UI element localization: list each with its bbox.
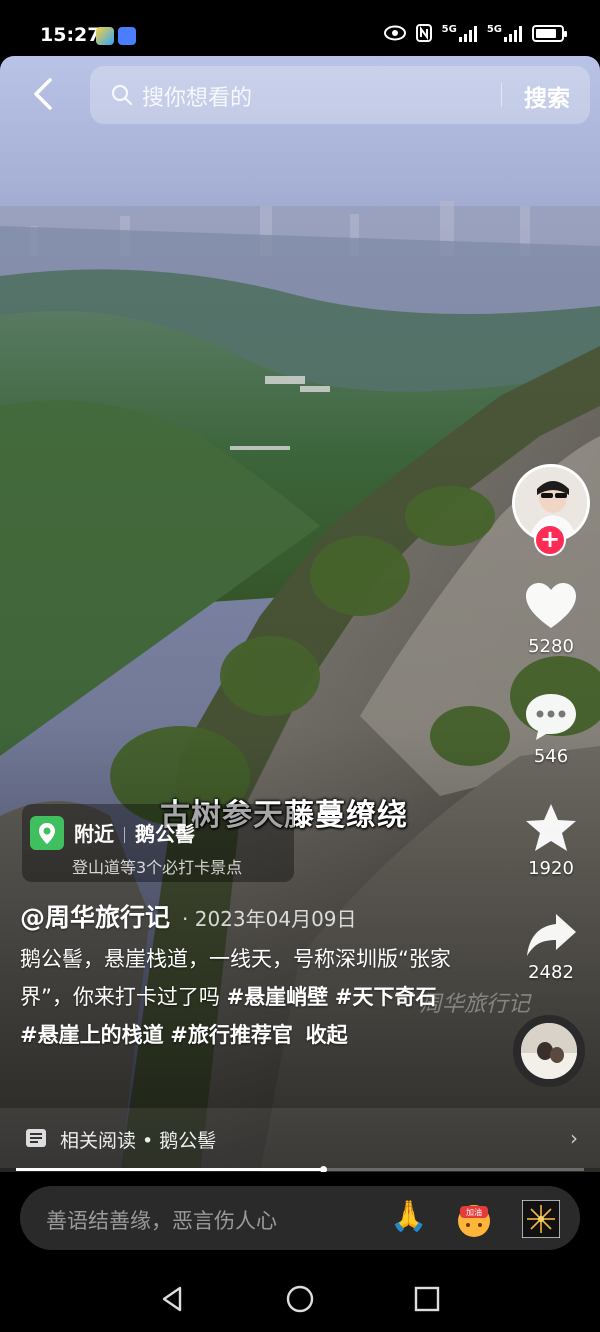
author-line: @周华旅行记 · 2023年04月09日	[20, 898, 357, 934]
nfc-icon	[415, 24, 432, 42]
heart-icon	[526, 583, 576, 628]
like-button[interactable]: 5280	[514, 582, 588, 657]
back-icon	[34, 78, 52, 110]
cheer-sticker-icon[interactable]: 加油	[454, 1200, 492, 1238]
fireworks-icon[interactable]	[521, 1199, 561, 1239]
share-button[interactable]: 2482	[514, 912, 588, 983]
hashtag[interactable]: #天下奇石	[335, 985, 437, 1009]
music-disc[interactable]	[513, 1015, 585, 1087]
like-count: 5280	[528, 636, 574, 657]
comment-bar: 善语结善缘，恶言伤人心 🙏 加油	[0, 1172, 600, 1264]
svg-text:加油: 加油	[466, 1207, 482, 1217]
video-description: 鹅公髻，悬崖栈道，一线天，号称深圳版“张家界”，你来打卡过了吗 #悬崖峭壁 #天…	[20, 940, 460, 1054]
status-time: 15:27	[40, 24, 101, 46]
author-name[interactable]: @周华旅行记	[20, 898, 170, 934]
eye-icon	[383, 25, 406, 41]
comment-placeholder: 善语结善缘，恶言伤人心	[46, 1209, 277, 1233]
comment-input[interactable]: 善语结善缘，恶言伤人心 🙏 加油	[20, 1186, 580, 1250]
location-pin-icon	[30, 816, 64, 850]
network-type-2: 5G	[486, 24, 502, 35]
mail-app-icon	[118, 27, 136, 45]
location-label: 附近	[74, 822, 114, 846]
comment-icon	[526, 694, 576, 740]
location-separator	[124, 827, 125, 843]
post-date: · 2023年04月09日	[182, 907, 357, 931]
star-icon	[526, 804, 576, 851]
search-input[interactable]: 搜你想看的	[142, 80, 252, 112]
music-cover-image	[521, 1023, 577, 1079]
progress-fill	[16, 1168, 323, 1171]
pray-emoji-icon[interactable]: 🙏	[390, 1198, 428, 1236]
related-reading-bar[interactable]: 相关阅读 • 鹅公髻 ›	[0, 1108, 600, 1168]
search-box[interactable]: 搜你想看的 搜索	[90, 66, 590, 124]
location-subtitle: 登山道等3个必打卡景点	[72, 858, 243, 877]
status-icons: 5G 5G	[383, 24, 567, 42]
favorite-button[interactable]: 1920	[514, 802, 588, 879]
playback-progress[interactable]	[16, 1166, 584, 1173]
comment-count: 546	[533, 746, 569, 767]
hashtag[interactable]: #悬崖峭壁	[227, 985, 329, 1009]
signal-2: 5G	[487, 24, 522, 42]
location-place: 鹅公髻	[135, 822, 195, 846]
hashtag[interactable]: #旅行推荐官	[170, 1023, 293, 1047]
back-button[interactable]	[28, 74, 58, 114]
nav-recents-icon[interactable]	[412, 1284, 442, 1314]
location-title: 附近 鹅公髻	[74, 818, 195, 847]
system-nav-bar	[0, 1264, 600, 1332]
related-read-icon	[26, 1129, 46, 1147]
browser-app-icon	[96, 27, 114, 45]
share-icon	[527, 914, 576, 956]
nav-back-icon[interactable]	[158, 1284, 188, 1314]
search-divider	[501, 83, 502, 107]
search-icon	[111, 84, 133, 106]
follow-button[interactable]: +	[534, 524, 566, 556]
hashtag[interactable]: #悬崖上的栈道	[20, 1023, 164, 1047]
favorite-count: 1920	[528, 858, 574, 879]
search-button[interactable]: 搜索	[524, 79, 570, 113]
battery-icon	[532, 24, 567, 42]
collapse-link[interactable]: 收起	[306, 1023, 348, 1047]
signal-1: 5G	[442, 24, 477, 42]
chevron-right-icon: ›	[570, 1126, 578, 1150]
comment-button[interactable]: 546	[514, 692, 588, 767]
related-reading-label: 相关阅读 • 鹅公髻	[60, 1130, 217, 1152]
network-type-1: 5G	[441, 24, 457, 35]
share-count: 2482	[528, 962, 574, 983]
nav-home-icon[interactable]	[285, 1284, 315, 1314]
location-chip[interactable]: 附近 鹅公髻 登山道等3个必打卡景点	[22, 804, 294, 882]
top-bar: 搜你想看的 搜索	[0, 56, 600, 136]
